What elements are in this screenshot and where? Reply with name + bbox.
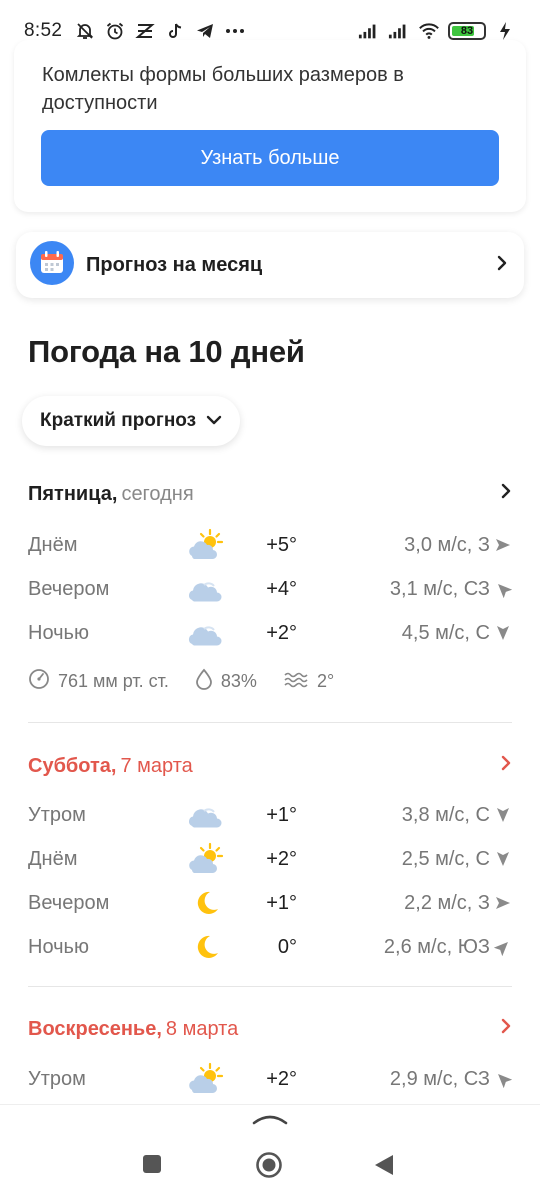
humidity-value: 83% bbox=[220, 671, 257, 691]
wind-direction-southwest-icon bbox=[493, 938, 512, 957]
wind: 2,9 м/с, СЗ bbox=[389, 1068, 490, 1090]
section-title: Погода на 10 дней bbox=[28, 334, 305, 369]
temperature: +5° bbox=[266, 534, 297, 556]
temperature: +2° bbox=[266, 622, 297, 644]
home-button[interactable] bbox=[255, 1151, 283, 1184]
pressure-icon bbox=[28, 668, 50, 695]
wind-direction-east-icon bbox=[494, 894, 512, 912]
day-name: Пятница, bbox=[28, 482, 118, 505]
pressure-value: 761 мм рт. ст. bbox=[58, 671, 169, 691]
period-label: Вечером bbox=[28, 892, 110, 914]
chevron-right-icon bbox=[500, 482, 512, 506]
period-label: Утром bbox=[28, 804, 86, 826]
chevron-right-icon bbox=[500, 1017, 512, 1041]
wind-direction-northwest-icon bbox=[494, 1070, 513, 1089]
period-label: Ночью bbox=[28, 936, 89, 958]
cloud-icon bbox=[186, 572, 224, 606]
forecast-row: Утром +1° 3,8 м/с, С bbox=[28, 802, 512, 832]
water-temperature-icon bbox=[283, 670, 309, 693]
telegram-icon bbox=[194, 20, 216, 42]
wind: 3,8 м/с, С bbox=[401, 804, 490, 826]
wind: 3,1 м/с, СЗ bbox=[389, 578, 490, 600]
forecast-row: Вечером +4° 3,1 м/с, СЗ bbox=[28, 576, 513, 606]
wind: 4,5 м/с, С bbox=[401, 622, 490, 644]
day-header-saturday[interactable]: Суббота, 7 марта bbox=[28, 754, 512, 778]
chevron-down-icon bbox=[206, 410, 222, 432]
forecast-row: Днём +2° 2,5 м/с, С bbox=[28, 842, 512, 876]
charging-icon bbox=[494, 20, 516, 42]
period-label: Вечером bbox=[28, 578, 110, 600]
app-icon bbox=[134, 20, 156, 42]
chevron-right-icon bbox=[496, 254, 508, 277]
wind-direction-east-icon bbox=[494, 536, 512, 554]
day-date: сегодня bbox=[121, 482, 194, 505]
temperature: +1° bbox=[266, 804, 297, 826]
wind: 3,0 м/с, З bbox=[404, 534, 490, 556]
recent-apps-button[interactable] bbox=[141, 1153, 163, 1180]
forecast-view-label: Краткий прогноз bbox=[40, 410, 197, 431]
promo-text: Комлекты формы больших размеров в доступ… bbox=[42, 64, 404, 114]
chevron-right-icon bbox=[500, 754, 512, 778]
month-forecast-label: Прогноз на месяц bbox=[86, 253, 263, 276]
calendar-icon bbox=[30, 240, 74, 290]
divider bbox=[28, 722, 512, 723]
wind: 2,5 м/с, С bbox=[401, 848, 490, 870]
month-forecast-link[interactable]: Прогноз на месяц bbox=[16, 232, 524, 298]
day-date: 7 марта bbox=[120, 754, 193, 777]
tiktok-icon bbox=[164, 20, 186, 42]
bell-muted-icon bbox=[74, 20, 96, 42]
cloud-icon bbox=[186, 616, 224, 650]
forecast-row: Днём +5° 3,0 м/с, З bbox=[28, 528, 512, 562]
divider bbox=[28, 986, 512, 987]
period-label: Днём bbox=[28, 534, 78, 556]
system-navigation-bar bbox=[0, 1104, 540, 1200]
wind: 2,6 м/с, ЮЗ bbox=[383, 936, 490, 958]
day-name: Воскресенье, bbox=[28, 1017, 162, 1040]
wind: 2,2 м/с, З bbox=[404, 892, 490, 914]
forecast-row: Ночью +2° 4,5 м/с, С bbox=[28, 620, 512, 650]
promo-card: Комлекты формы больших размеров в доступ… bbox=[14, 40, 526, 212]
day-name: Суббота, bbox=[28, 754, 117, 777]
wind-direction-northwest-icon bbox=[494, 580, 513, 599]
signal-icon bbox=[388, 20, 410, 42]
temperature: +2° bbox=[266, 1068, 297, 1090]
temperature: +4° bbox=[266, 578, 297, 600]
learn-more-button[interactable]: Узнать больше bbox=[41, 130, 499, 186]
wind-direction-north-icon bbox=[494, 850, 512, 868]
forecast-row: Вечером +1° 2,2 м/с, З bbox=[28, 890, 512, 920]
temperature: +2° bbox=[266, 848, 297, 870]
forecast-row: Ночью 0° 2,6 м/с, ЮЗ bbox=[28, 934, 512, 964]
period-label: Ночью bbox=[28, 622, 89, 644]
back-button[interactable] bbox=[373, 1153, 395, 1182]
partly-sunny-icon bbox=[186, 842, 224, 876]
day-extras: 761 мм рт. ст. 83% 2° bbox=[28, 668, 360, 695]
partly-sunny-icon bbox=[186, 528, 224, 562]
period-label: Утром bbox=[28, 1068, 86, 1090]
battery-level: 83 bbox=[460, 25, 474, 37]
battery-icon: 83 bbox=[448, 22, 486, 40]
humidity-icon bbox=[195, 668, 213, 695]
water-temperature-value: 2° bbox=[316, 671, 335, 691]
wind-direction-north-icon bbox=[494, 806, 512, 824]
forecast-row: Утром +2° 2,9 м/с, СЗ bbox=[28, 1062, 513, 1096]
alarm-icon bbox=[104, 20, 126, 42]
forecast-view-dropdown[interactable]: Краткий прогноз bbox=[22, 396, 241, 446]
temperature: 0° bbox=[277, 936, 297, 958]
signal-icon bbox=[358, 20, 380, 42]
status-time: 8:52 bbox=[24, 20, 63, 41]
cloud-icon bbox=[186, 798, 224, 832]
more-icon bbox=[224, 20, 246, 42]
day-header-sunday[interactable]: Воскресенье, 8 марта bbox=[28, 1017, 512, 1041]
moon-icon bbox=[186, 886, 224, 920]
moon-icon bbox=[186, 930, 224, 964]
wind-direction-north-icon bbox=[494, 624, 512, 642]
wifi-icon bbox=[418, 20, 440, 42]
expand-handle-icon[interactable] bbox=[250, 1111, 290, 1127]
temperature: +1° bbox=[266, 892, 297, 914]
day-header-friday[interactable]: Пятница, сегодня bbox=[28, 482, 512, 506]
day-date: 8 марта bbox=[165, 1017, 239, 1040]
partly-sunny-icon bbox=[186, 1062, 224, 1096]
period-label: Днём bbox=[28, 848, 78, 870]
